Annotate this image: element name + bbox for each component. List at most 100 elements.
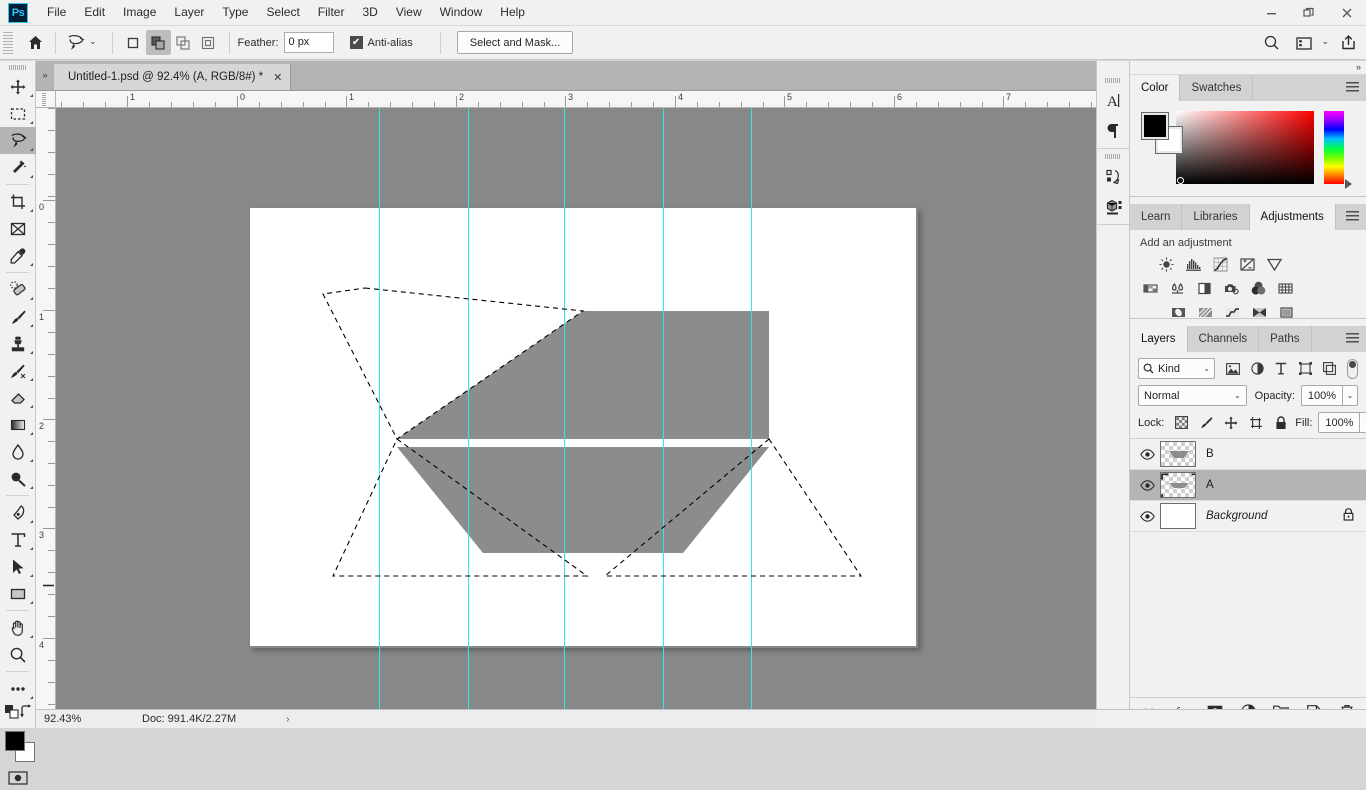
search-icon[interactable] xyxy=(1259,31,1283,55)
rail-group-2-grip[interactable] xyxy=(1097,151,1129,162)
home-icon[interactable] xyxy=(23,31,47,55)
restore-button[interactable] xyxy=(1290,0,1328,26)
menu-3d[interactable]: 3D xyxy=(353,2,386,24)
color-panel-foreground-swatch[interactable] xyxy=(1141,112,1169,140)
document-canvas-area[interactable]: 1 0 1 2 3 4 5 6 7 0 1 2 3 4 xyxy=(36,91,1096,728)
feather-input[interactable]: 0 px xyxy=(283,32,334,53)
layer-filter-kind-select[interactable]: Kind ⌄ xyxy=(1138,358,1215,379)
levels-icon[interactable] xyxy=(1183,255,1204,274)
exposure-icon[interactable] xyxy=(1237,255,1258,274)
spot-healing-brush-tool[interactable] xyxy=(0,276,36,303)
document-tab[interactable]: Untitled-1.psd @ 92.4% (A, RGB/8#) * ✕ xyxy=(54,64,292,90)
minimize-button[interactable] xyxy=(1252,0,1290,26)
adjustments-panel-menu-icon[interactable] xyxy=(1346,211,1359,222)
shape-filter-icon[interactable] xyxy=(1297,361,1313,377)
gradient-map-icon[interactable] xyxy=(1249,303,1270,322)
layers-panel-menu-icon[interactable] xyxy=(1346,333,1359,344)
lock-image-pixels-icon[interactable] xyxy=(1198,415,1214,431)
brush-tool[interactable] xyxy=(0,303,36,330)
chevron-down-icon[interactable]: ⌄ xyxy=(1234,391,1241,400)
curves-icon[interactable] xyxy=(1210,255,1231,274)
clone-stamp-tool[interactable] xyxy=(0,330,36,357)
lock-transparent-pixels-icon[interactable] xyxy=(1173,415,1189,431)
layer-thumbnail[interactable] xyxy=(1160,503,1196,529)
vertical-ruler[interactable]: 0 1 2 3 4 xyxy=(36,108,56,728)
workspace-icon[interactable] xyxy=(1292,31,1316,55)
layer-thumbnail[interactable] xyxy=(1160,472,1196,498)
pixel-filter-icon[interactable] xyxy=(1225,361,1241,377)
paragraph-panel-icon[interactable] xyxy=(1097,116,1131,146)
frame-tool[interactable] xyxy=(0,215,36,242)
layer-row-b[interactable]: B xyxy=(1130,439,1366,470)
tab-swatches[interactable]: Swatches xyxy=(1180,75,1254,101)
layer-visibility-icon[interactable] xyxy=(1134,479,1160,491)
threshold-icon[interactable] xyxy=(1222,303,1243,322)
lasso-tool-icon[interactable] xyxy=(64,31,88,55)
brightness-contrast-icon[interactable] xyxy=(1156,255,1177,274)
anti-alias-checkbox[interactable]: ✔ xyxy=(349,36,363,49)
menu-select[interactable]: Select xyxy=(257,2,308,24)
path-selection-tool[interactable] xyxy=(0,553,36,580)
select-and-mask-button[interactable]: Select and Mask... xyxy=(456,31,574,54)
menu-file[interactable]: File xyxy=(38,2,75,24)
chevron-down-icon[interactable]: ⌄ xyxy=(1203,364,1210,373)
selective-color-icon[interactable] xyxy=(1276,303,1297,322)
status-expand-icon[interactable]: › xyxy=(286,714,289,725)
lock-all-icon[interactable] xyxy=(1273,415,1289,431)
layer-name[interactable]: A xyxy=(1206,479,1214,491)
channel-mixer-icon[interactable] xyxy=(1248,279,1269,298)
subtract-from-selection-button[interactable] xyxy=(171,30,196,55)
black-and-white-icon[interactable] xyxy=(1194,279,1215,298)
tab-learn[interactable]: Learn xyxy=(1130,204,1183,230)
layer-row-a[interactable]: A xyxy=(1130,470,1366,501)
smart-object-filter-icon[interactable] xyxy=(1321,361,1337,377)
menu-window[interactable]: Window xyxy=(431,2,492,24)
photo-filter-icon[interactable] xyxy=(1221,279,1242,298)
adjustment-filter-icon[interactable] xyxy=(1249,361,1265,377)
magic-wand-tool[interactable] xyxy=(0,154,36,181)
add-to-selection-button[interactable] xyxy=(145,30,171,55)
blend-mode-select[interactable]: Normal ⌄ xyxy=(1138,385,1247,406)
menu-image[interactable]: Image xyxy=(114,2,165,24)
edit-toolbar-tool[interactable] xyxy=(0,675,36,702)
tab-layers[interactable]: Layers xyxy=(1130,326,1188,352)
tab-adjustments[interactable]: Adjustments xyxy=(1249,204,1336,230)
3d-panel-icon[interactable] xyxy=(1097,192,1131,222)
fill-stepper-chevron-down-icon[interactable]: ⌄ xyxy=(1360,412,1366,433)
pen-tool[interactable] xyxy=(0,499,36,526)
opacity-stepper-chevron-down-icon[interactable]: ⌄ xyxy=(1343,385,1358,406)
menu-view[interactable]: View xyxy=(387,2,431,24)
hue-slider[interactable] xyxy=(1324,111,1344,184)
close-icon[interactable]: ✕ xyxy=(273,71,282,84)
rectangular-marquee-tool[interactable] xyxy=(0,100,36,127)
rail-group-1-grip[interactable] xyxy=(1097,75,1129,86)
fill-value[interactable]: 100% xyxy=(1318,412,1361,433)
menu-filter[interactable]: Filter xyxy=(309,2,354,24)
character-panel-icon[interactable]: A xyxy=(1097,86,1131,116)
layer-thumbnail[interactable] xyxy=(1160,441,1196,467)
filter-enable-toggle[interactable] xyxy=(1347,358,1358,379)
eraser-tool[interactable] xyxy=(0,384,36,411)
posterize-icon[interactable] xyxy=(1195,303,1216,322)
tab-bar-collapse-icon[interactable]: » xyxy=(36,60,54,90)
menu-layer[interactable]: Layer xyxy=(165,2,213,24)
lasso-tool[interactable] xyxy=(0,127,36,154)
tool-preset-chevron-down-icon[interactable]: ⌄ xyxy=(89,36,97,47)
default-colors-icon[interactable] xyxy=(4,704,19,722)
tools-panel-grip[interactable] xyxy=(0,61,35,73)
foreground-color-swatch[interactable] xyxy=(5,731,25,751)
dock-expand-icon[interactable]: » xyxy=(1356,62,1361,72)
tab-channels[interactable]: Channels xyxy=(1188,326,1260,352)
layer-visibility-icon[interactable] xyxy=(1134,448,1160,460)
options-bar-grip[interactable] xyxy=(3,31,13,54)
hue-saturation-icon[interactable] xyxy=(1140,279,1161,298)
menu-type[interactable]: Type xyxy=(213,2,257,24)
tab-libraries[interactable]: Libraries xyxy=(1182,204,1250,230)
layer-name[interactable]: B xyxy=(1206,448,1214,460)
hand-tool[interactable] xyxy=(0,614,36,641)
tab-color[interactable]: Color xyxy=(1130,75,1181,101)
zoom-level[interactable]: 92.43% xyxy=(36,713,94,725)
menu-edit[interactable]: Edit xyxy=(75,2,114,24)
close-button[interactable] xyxy=(1328,0,1366,26)
type-tool[interactable] xyxy=(0,526,36,553)
